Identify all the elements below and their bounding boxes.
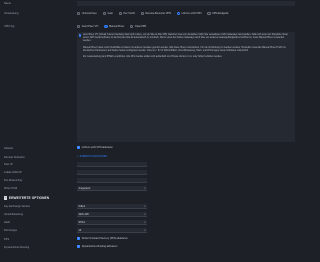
ipsec-profile-value: Angepasst bbox=[78, 187, 91, 190]
name-input[interactable] bbox=[77, 1, 295, 6]
hash-value: SHA1 bbox=[78, 221, 86, 224]
remote-subnets-label: Remote Subnetze bbox=[4, 155, 25, 159]
hash-label: Hash bbox=[4, 221, 11, 224]
hash-select[interactable]: SHA1 ▾ bbox=[77, 220, 147, 225]
encryption-select[interactable]: AES-128 ▾ bbox=[77, 212, 147, 217]
purpose-option-site-to-site-vpn[interactable]: LAN-zu-LAN VPN bbox=[176, 11, 201, 15]
radio-icon bbox=[118, 11, 122, 15]
purpose-option-guest[interactable]: Gast bbox=[102, 11, 113, 15]
section-title: ERWEITERTE OPTIONEN bbox=[8, 196, 50, 200]
local-wan-ip-input[interactable] bbox=[77, 170, 147, 175]
chevron-down-icon: ▾ bbox=[144, 213, 146, 216]
purpose-option-corporate[interactable]: Unternehmen bbox=[77, 11, 97, 15]
vpn-type-openvpn[interactable]: OpenVPN bbox=[130, 24, 146, 28]
radio-icon bbox=[102, 11, 107, 15]
purpose-option-vlan-only[interactable]: Nur VLAN bbox=[118, 11, 135, 15]
radio-icon bbox=[207, 11, 211, 15]
local-wan-ip-label: Lokale WAN-IP bbox=[4, 171, 22, 174]
dh-group-label: DH Gruppe bbox=[4, 229, 18, 232]
vpn-purpose-label: Verwendung bbox=[4, 12, 19, 15]
peer-ip-input[interactable] bbox=[77, 162, 147, 167]
info-paragraph: Zur Lastverteilung wird IPSEC empfohlen.… bbox=[83, 56, 223, 59]
psk-label: Pre-Shared Key bbox=[4, 179, 23, 182]
vpn-type-auto-ipsec-vti[interactable]: Auto IPsec VTI bbox=[77, 24, 98, 28]
name-label: Name bbox=[4, 2, 11, 5]
radio-selected-icon bbox=[104, 24, 108, 28]
psk-input[interactable] bbox=[77, 178, 147, 183]
encryption-value: AES-128 bbox=[78, 213, 89, 216]
purpose-option-vpn-client[interactable]: VPN-Endgerät bbox=[207, 11, 228, 15]
vpn-type-label: VPN-Typ bbox=[4, 25, 15, 28]
checkmark-icon: ✓ bbox=[77, 245, 81, 249]
ipsec-profile-select[interactable]: Angepasst ▾ bbox=[77, 186, 147, 191]
dynamic-routing-checkbox[interactable]: ✓ Dynamisches Routing aktivieren bbox=[77, 245, 117, 249]
radio-icon bbox=[77, 11, 81, 15]
pfs-label: PFS bbox=[4, 237, 10, 241]
checkmark-icon: ✓ bbox=[77, 146, 81, 150]
chevron-down-icon: ▾ bbox=[144, 229, 146, 232]
radio-selected-icon bbox=[176, 11, 181, 15]
radio-icon bbox=[140, 11, 144, 15]
enabled-label: Aktiviert bbox=[4, 146, 14, 150]
advanced-options-header[interactable]: – ERWEITERTE OPTIONEN bbox=[4, 195, 50, 200]
radio-icon bbox=[130, 24, 134, 28]
ipsec-profile-label: IPsec Profil bbox=[4, 187, 18, 190]
chevron-down-icon: ▾ bbox=[144, 205, 146, 208]
encryption-label: Verschlüsselung bbox=[4, 213, 23, 216]
peer-ip-label: Peer IP bbox=[4, 163, 13, 166]
key-exchange-value: IKEv1 bbox=[78, 205, 86, 208]
key-exchange-label: Key Exchange Version bbox=[4, 205, 31, 208]
dh-group-value: 14 bbox=[78, 229, 82, 232]
info-icon: i bbox=[78, 34, 82, 38]
purpose-option-remote-user-vpn[interactable]: Remote-Benutzer VPN bbox=[140, 11, 171, 15]
chevron-down-icon: ▾ bbox=[144, 187, 146, 190]
vpn-type-manual-ipsec[interactable]: Manual IPsec bbox=[104, 24, 124, 28]
add-subnet-link[interactable]: + SUBNETZ HINZUFÜGEN bbox=[77, 155, 107, 158]
checkmark-icon: ✓ bbox=[77, 237, 81, 241]
info-paragraph: Manual IPsec bietet mehr Flexibilität un… bbox=[83, 46, 286, 52]
dynamic-routing-label: Dynamisches Routing bbox=[4, 245, 30, 249]
radio-icon bbox=[77, 24, 81, 28]
collapse-icon: – bbox=[4, 195, 8, 200]
enable-site-to-site-checkbox[interactable]: ✓ LAN-zu-LAN VPN aktivieren bbox=[77, 146, 113, 150]
vpn-type-info-box: i Auto IPsec VTI (Virtual Tunnel Interfa… bbox=[77, 32, 295, 142]
dh-group-select[interactable]: 14 ▾ bbox=[77, 228, 147, 233]
key-exchange-select[interactable]: IKEv1 ▾ bbox=[77, 204, 147, 209]
chevron-down-icon: ▾ bbox=[144, 221, 146, 224]
pfs-checkbox[interactable]: ✓ Perfect Forward Secrecy (PFS) aktiviere… bbox=[77, 237, 128, 241]
plus-icon: + bbox=[77, 155, 79, 159]
info-paragraph: Auto IPsec VTI (Virtual Tunnel Interface… bbox=[83, 34, 288, 43]
